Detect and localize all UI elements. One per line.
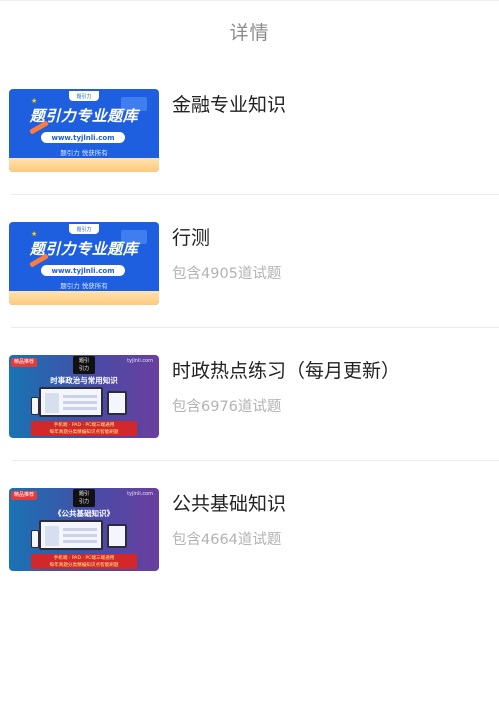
phone-icon	[31, 397, 39, 415]
star-icon: ★	[31, 230, 38, 238]
item-name: 金融专业知识	[172, 94, 287, 116]
recommend-badge: 精品推荐	[11, 491, 38, 500]
tablet-icon	[107, 391, 127, 415]
brand-logo: 题引 引力	[73, 356, 95, 374]
item-thumbnail: ★ 题引力 题引力专业题库 www.tyjlnli.com 题引力 悦获所有	[9, 222, 159, 305]
list-item[interactable]: ★ 题引力 题引力专业题库 www.tyjlnli.com 题引力 悦获所有 行…	[0, 195, 499, 328]
item-name: 公共基础知识	[172, 493, 287, 515]
recommend-badge: 精品推荐	[11, 358, 38, 367]
item-name: 行测	[172, 227, 211, 249]
brand-tag: 题引力	[69, 224, 99, 234]
thumbnail-caption: 《公共基础知识》	[54, 509, 114, 518]
thumbnail-subtitle: 题引力 悦获所有	[60, 149, 108, 157]
list-item[interactable]: 精品推荐 tyjlnli.com 题引 引力 时事政治与常用知识 手机端 · PA…	[0, 328, 499, 461]
page-title: 详情	[229, 22, 270, 44]
item-thumbnail: 精品推荐 tyjlnli.com 题引 引力 时事政治与常用知识 手机端 · PA…	[9, 355, 159, 438]
thumbnail-site: tyjlnli.com	[127, 358, 153, 364]
thumbnail-band	[9, 158, 159, 172]
tablet-icon	[107, 524, 127, 548]
page-header: 详情	[0, 0, 499, 62]
logo-text: 题引 引力	[78, 491, 89, 505]
brand-tag: 题引力	[69, 91, 99, 101]
phone-icon	[31, 530, 39, 548]
monitor-icon	[39, 520, 103, 550]
thumbnail-url: www.tyjlnli.com	[41, 265, 125, 276]
item-question-count: 包含4905道试题	[172, 266, 282, 282]
item-question-count: 包含6976道试题	[172, 399, 282, 415]
thumbnail-band: 手机端 · PAD · PC端三端通用 每年真题分类精编知识点智能刷题	[31, 421, 137, 436]
thumbnail-brand: 题引力专业题库	[29, 107, 139, 125]
star-icon: ★	[31, 97, 38, 105]
list-item[interactable]: 精品推荐 tyjlnli.com 题引 引力 《公共基础知识》 手机端 · PAD…	[0, 461, 499, 594]
list-item[interactable]: ★ 题引力 题引力专业题库 www.tyjlnli.com 题引力 悦获所有 金…	[0, 62, 499, 195]
thumbnail-site: tyjlnli.com	[127, 491, 153, 497]
monitor-icon	[39, 387, 103, 417]
thumbnail-subtitle: 题引力 悦获所有	[60, 282, 108, 290]
logo-text: 题引 引力	[78, 358, 89, 372]
item-thumbnail: 精品推荐 tyjlnli.com 题引 引力 《公共基础知识》 手机端 · PAD…	[9, 488, 159, 571]
item-question-count: 包含4664道试题	[172, 532, 282, 548]
thumbnail-band	[9, 291, 159, 305]
item-thumbnail: ★ 题引力 题引力专业题库 www.tyjlnli.com 题引力 悦获所有	[9, 89, 159, 172]
brand-logo: 题引 引力	[73, 489, 95, 507]
thumbnail-brand: 题引力专业题库	[29, 240, 139, 258]
thumbnail-caption: 时事政治与常用知识	[50, 376, 118, 385]
thumbnail-url: www.tyjlnli.com	[41, 132, 125, 143]
thumbnail-band: 手机端 · PAD · PC端三端通用 每年真题分类精编知识点智能刷题	[31, 554, 137, 569]
item-name: 时政热点练习（每月更新）	[172, 360, 401, 382]
